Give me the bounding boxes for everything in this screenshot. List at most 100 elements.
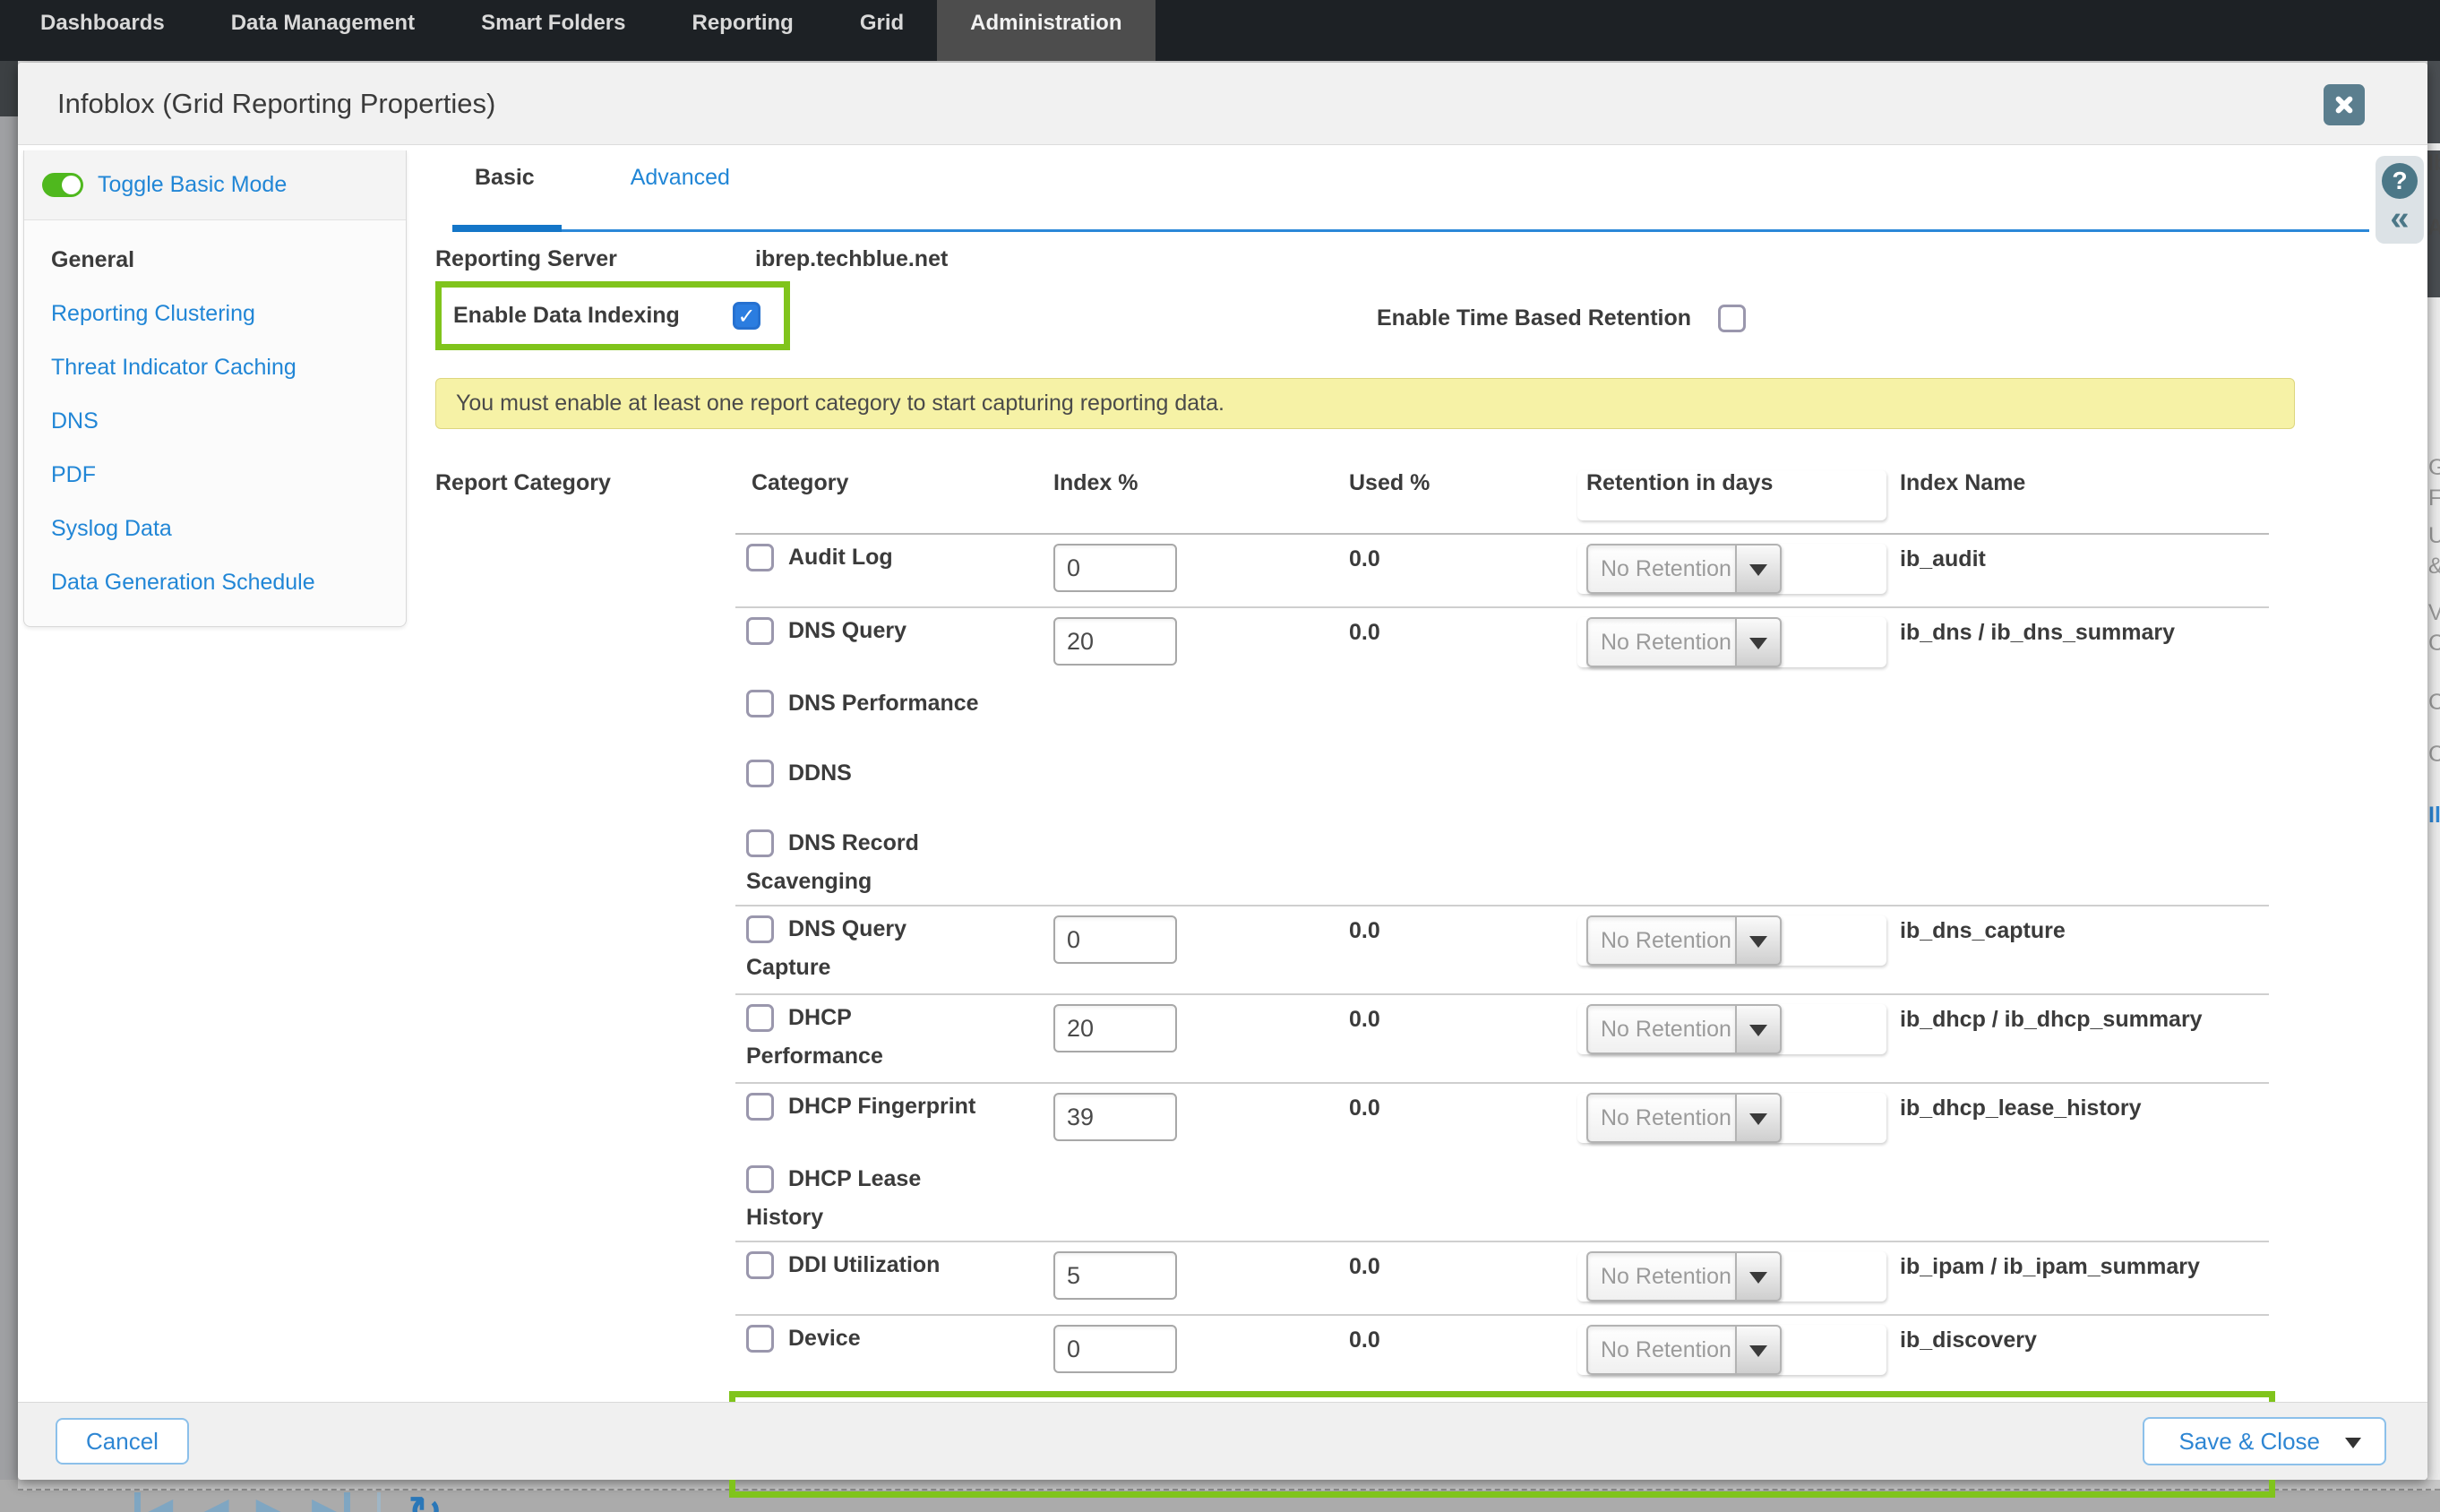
used-pct-value: 0.0 [1318,1251,1577,1302]
background-text-fragment: C [2428,742,2440,768]
warning-banner: You must enable at least one report cate… [435,378,2295,429]
retention-selected-value: No Retention [1586,617,1735,667]
category-cell: DDNS [735,760,1049,810]
index-name-cell: ib_dns_capture [1886,915,2269,981]
retention-select[interactable]: No Retention [1586,1325,1782,1375]
category-checkbox[interactable] [746,1093,774,1121]
category-checkbox[interactable] [746,760,774,787]
retention-select[interactable]: No Retention [1586,915,1782,966]
sidebar-item-pdf[interactable]: PDF [51,462,384,488]
category-checkbox[interactable] [746,617,774,645]
index-name: ib_dhcp_lease_history [1900,1095,2142,1121]
nav-item-administration[interactable]: Administration [937,0,1155,61]
category-checkbox[interactable] [746,1004,774,1032]
index-pct-input[interactable] [1053,1004,1177,1052]
category-checkbox[interactable] [746,829,774,857]
sidebar: Toggle Basic Mode General Reporting Clus… [18,145,410,1402]
pagination-bar: ◀ ◀ ▶ ▶ ↻ [134,1492,442,1512]
tab-advanced[interactable]: Advanced [631,165,730,214]
table-row: DNS Query 0.0 No Rete [735,606,2269,680]
index-pct-input[interactable] [1053,915,1177,964]
grid-reporting-properties-dialog: Infoblox (Grid Reporting Properties) Tog… [18,63,2427,1480]
background-text-fragment: V [2428,600,2440,626]
category-label: DNS Query [788,916,906,941]
form-content: Reporting Server ibrep.techblue.net Enab… [435,214,2427,1498]
category-checkbox[interactable] [746,1325,774,1353]
nav-item-dashboards[interactable]: Dashboards [7,0,198,61]
dropdown-arrow-icon[interactable] [1735,617,1782,667]
background-page-left-strip [0,61,18,1480]
save-and-close-button[interactable]: Save & Close [2143,1417,2386,1465]
next-page-icon[interactable]: ▶ [256,1492,285,1512]
category-checkbox[interactable] [746,544,774,571]
sidebar-item-reporting-clustering[interactable]: Reporting Clustering [51,301,384,327]
index-pct-input[interactable] [1053,1325,1177,1373]
category-label: Device [788,1326,861,1351]
prev-page-icon[interactable]: ◀ [200,1492,228,1512]
category-label-line2: Capture [746,955,1049,981]
index-pct-input[interactable] [1053,617,1177,666]
sidebar-item-data-generation-schedule[interactable]: Data Generation Schedule [51,570,384,596]
dropdown-arrow-icon[interactable] [1735,1325,1782,1375]
index-pct-cell [1049,915,1318,981]
save-dropdown-caret-icon[interactable] [2345,1438,2361,1456]
index-name: ib_audit [1900,546,1986,571]
index-pct-input[interactable] [1053,1251,1177,1300]
retention-select[interactable]: No Retention [1586,617,1782,667]
sidebar-item-threat-indicator-caching[interactable]: Threat Indicator Caching [51,355,384,381]
index-pct-cell [1049,1093,1318,1143]
last-page-icon[interactable]: ▶ [312,1492,350,1512]
category-checkbox[interactable] [746,1165,774,1193]
tab-basic[interactable]: Basic [475,165,535,214]
index-pct-input[interactable] [1053,1093,1177,1141]
retention-selected-value: No Retention [1586,1251,1735,1302]
dropdown-arrow-icon[interactable] [1735,544,1782,594]
category-checkbox[interactable] [746,1251,774,1279]
nav-item-label: Data Management [231,11,415,36]
first-page-icon[interactable]: ◀ [134,1492,173,1512]
retention-select[interactable]: No Retention [1586,1251,1782,1302]
table-row: DHCP Performance 0.0 N [735,993,2269,1082]
table-row: DNS Query Capture 0.0 [735,905,2269,993]
retention-select[interactable]: No Retention [1586,1004,1782,1054]
index-name: ib_dns / ib_dns_summary [1900,620,2175,645]
close-icon[interactable] [2324,84,2365,125]
enable-data-indexing-checkbox[interactable] [733,302,760,330]
dropdown-arrow-icon[interactable] [1735,1251,1782,1302]
help-icon[interactable]: ? [2382,163,2418,199]
category-checkbox[interactable] [746,915,774,943]
sidebar-panel: Toggle Basic Mode General Reporting Clus… [23,150,407,627]
toggle-icon[interactable] [42,173,83,197]
save-and-close-label: Save & Close [2178,1428,2320,1456]
sidebar-item-dns[interactable]: DNS [51,408,384,434]
sidebar-item-syslog-data[interactable]: Syslog Data [51,516,384,542]
index-pct-input[interactable] [1053,544,1177,592]
category-label-line2: Scavenging [746,869,1049,895]
index-name: ib_dns_capture [1900,918,2066,943]
dropdown-arrow-icon[interactable] [1735,915,1782,966]
cancel-button[interactable]: Cancel [56,1418,189,1465]
used-pct-value: 0.0 [1318,617,1577,667]
nav-item-grid[interactable]: Grid [827,0,937,61]
category-label-line2: Performance [746,1044,1049,1070]
table-row: DNS Performance [735,680,2269,750]
enable-time-based-retention-checkbox[interactable] [1718,305,1746,332]
enable-data-indexing-highlight: Enable Data Indexing [435,281,790,350]
nav-item-smart-folders[interactable]: Smart Folders [448,0,658,61]
retention-cell: No Retention [1577,1004,1886,1054]
collapse-panel-icon[interactable]: « [2376,201,2424,236]
retention-selected-value: No Retention [1586,1093,1735,1143]
sidebar-item-general[interactable]: General [51,247,384,273]
retention-select[interactable]: No Retention [1586,544,1782,594]
dropdown-arrow-icon[interactable] [1735,1004,1782,1054]
pager-separator[interactable] [377,1492,381,1512]
nav-item-data-management[interactable]: Data Management [198,0,448,61]
main-content: Basic Advanced ? « Reporting Server ibre… [410,145,2427,1402]
toggle-basic-mode[interactable]: Toggle Basic Mode [24,150,406,220]
retention-select[interactable]: No Retention [1586,1093,1782,1143]
background-text-fragment: F [2428,485,2440,511]
nav-item-reporting[interactable]: Reporting [658,0,826,61]
dropdown-arrow-icon[interactable] [1735,1093,1782,1143]
category-checkbox[interactable] [746,690,774,717]
tab-separator-line [452,229,2369,232]
